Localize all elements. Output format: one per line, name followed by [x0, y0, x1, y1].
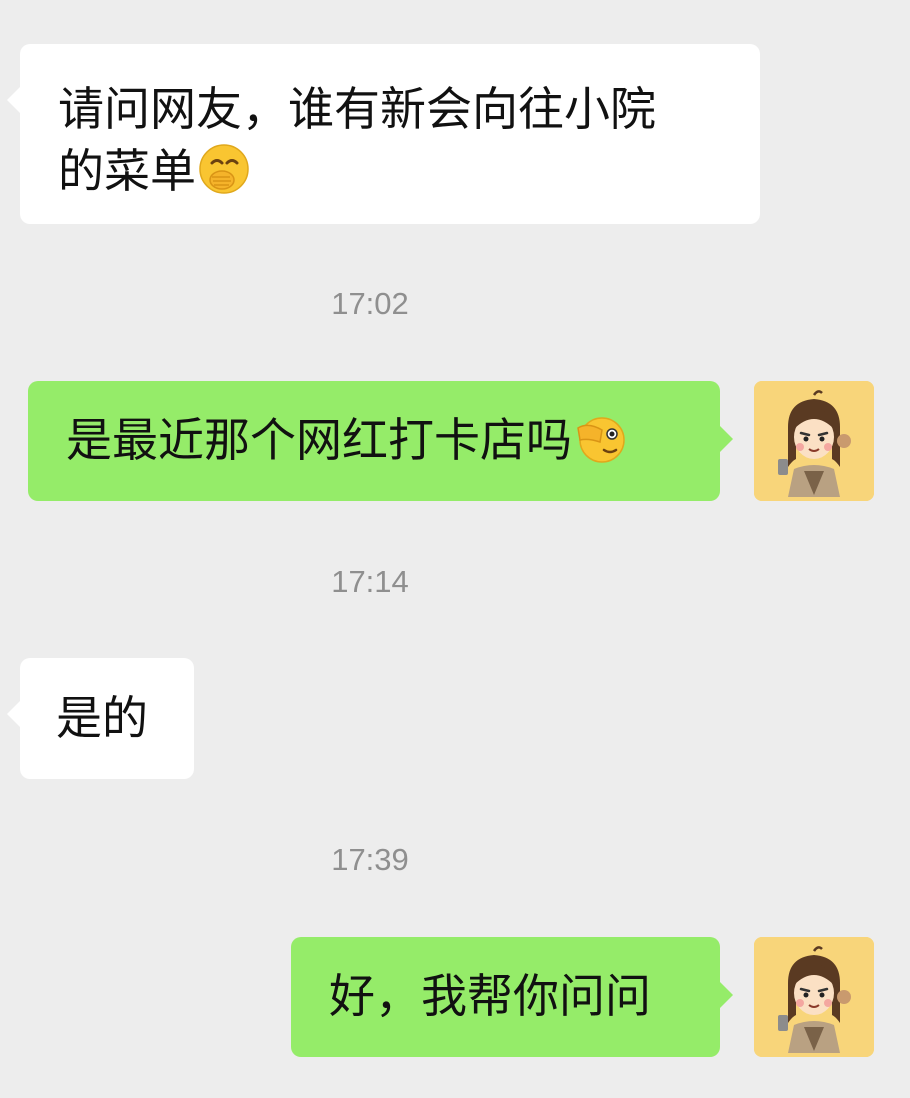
message-text-line: 的菜单 — [58, 140, 734, 202]
message-text: 好，我帮你问问 — [329, 969, 651, 1023]
avatar[interactable] — [754, 381, 874, 501]
incoming-message-bubble[interactable]: 是的 — [7, 658, 194, 779]
outgoing-message-bubble[interactable]: 是最近那个网红打卡店吗 — [28, 381, 733, 501]
hand-over-mouth-emoji-icon — [199, 144, 249, 194]
avatar[interactable] — [754, 937, 874, 1057]
incoming-message-bubble[interactable]: 请问网友，谁有新会向往小院 的菜单 — [7, 44, 760, 224]
message-text: 是最近那个网红打卡店吗 — [66, 413, 572, 467]
message-text-line: 请问网友，谁有新会向往小院 — [58, 82, 656, 136]
outgoing-message-bubble[interactable]: 好，我帮你问问 — [291, 937, 733, 1057]
saluting-face-emoji-icon — [577, 417, 625, 463]
timestamp: 17:39 — [331, 842, 409, 877]
timestamp: 17:02 — [331, 286, 409, 321]
cartoon-character-icon — [754, 381, 874, 501]
chat-view: 请问网友，谁有新会向往小院 的菜单 17:02 是最近那个网红打卡店吗 17:1… — [0, 0, 910, 1098]
cartoon-character-icon — [754, 937, 874, 1057]
timestamp: 17:14 — [331, 564, 409, 599]
message-text: 是的 — [56, 691, 148, 745]
